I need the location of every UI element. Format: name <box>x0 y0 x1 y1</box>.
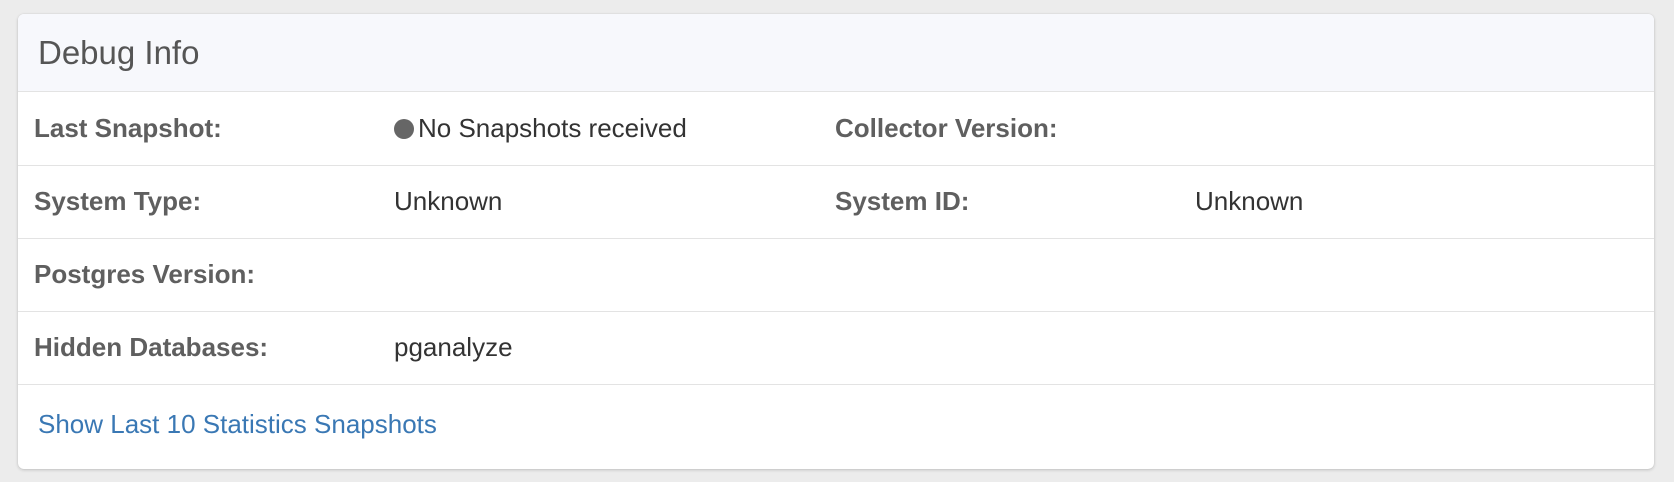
status-dot-icon <box>394 118 414 139</box>
empty-value-cell <box>1195 238 1654 312</box>
last-snapshot-label: Last Snapshot: <box>18 92 394 166</box>
collector-version-label: Collector Version: <box>835 92 1195 166</box>
hidden-databases-value: pganalyze <box>394 311 835 385</box>
table-row-hidden-databases: Hidden Databases: pganalyze <box>18 311 1654 385</box>
show-snapshots-link[interactable]: Show Last 10 Statistics Snapshots <box>38 409 437 440</box>
postgres-version-label: Postgres Version: <box>18 238 394 312</box>
panel-title: Debug Info <box>38 33 200 71</box>
system-id-label: System ID: <box>835 165 1195 239</box>
debug-info-table: Last Snapshot: No Snapshots received Col… <box>18 92 1654 385</box>
last-snapshot-value: No Snapshots received <box>418 112 687 143</box>
system-type-label: System Type: <box>18 165 394 239</box>
last-snapshot-value-cell: No Snapshots received <box>394 92 835 166</box>
empty-label-cell <box>835 238 1195 312</box>
debug-info-panel: Debug Info Last Snapshot: No Snapshots r… <box>18 14 1654 469</box>
system-id-value: Unknown <box>1195 165 1654 239</box>
table-row-last-snapshot: Last Snapshot: No Snapshots received Col… <box>18 92 1654 166</box>
panel-header: Debug Info <box>18 14 1654 92</box>
empty-label-cell <box>835 311 1195 385</box>
collector-version-value <box>1195 92 1654 166</box>
system-type-value: Unknown <box>394 165 835 239</box>
empty-value-cell <box>1195 311 1654 385</box>
table-row-postgres-version: Postgres Version: <box>18 238 1654 312</box>
table-row-system-type: System Type: Unknown System ID: Unknown <box>18 165 1654 239</box>
hidden-databases-label: Hidden Databases: <box>18 311 394 385</box>
panel-footer: Show Last 10 Statistics Snapshots <box>18 385 1654 465</box>
postgres-version-value <box>394 238 835 312</box>
